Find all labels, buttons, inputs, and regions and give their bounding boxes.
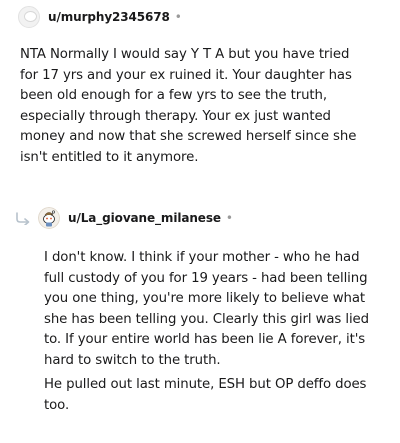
separator-dot: • [225, 211, 233, 225]
default-avatar-icon[interactable] [18, 6, 40, 28]
reply-arrow-icon [16, 212, 30, 225]
comment-header: u/murphy2345678 • [18, 5, 182, 29]
comment-body: NTA Normally I would say Y T A but you h… [20, 47, 357, 165]
username[interactable]: u/La_giovane_milanese [68, 211, 221, 225]
snoo-avatar-icon[interactable] [38, 207, 60, 229]
comment-body-paragraph: He pulled out last minute, ESH but OP de… [44, 377, 367, 413]
comment-header: u/La_giovane_milanese • [14, 206, 233, 230]
comment-body-paragraph: I don't know. I think if your mother - w… [44, 250, 369, 368]
separator-dot: • [174, 10, 182, 24]
username[interactable]: u/murphy2345678 [48, 10, 170, 24]
